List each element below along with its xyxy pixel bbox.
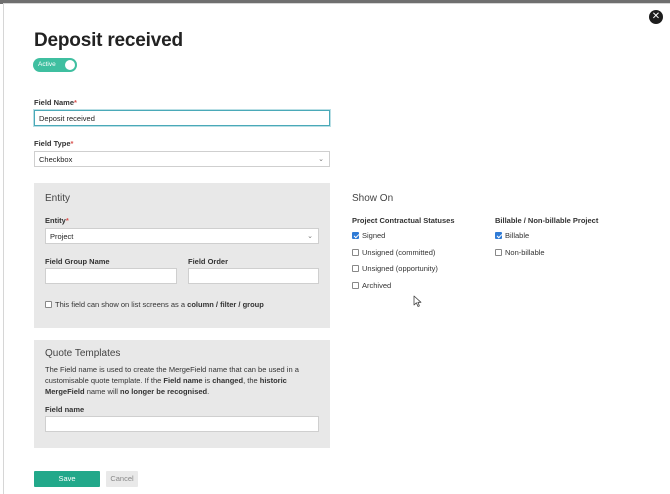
chevron-down-icon: ⌄ — [318, 156, 324, 163]
entity-label-text: Entity — [45, 216, 66, 225]
toggle-knob — [65, 60, 75, 70]
status-unsigned-opportunity-label: Unsigned (opportunity) — [362, 264, 438, 273]
cancel-button[interactable]: Cancel — [106, 471, 138, 487]
field-group-name-input[interactable] — [45, 268, 177, 284]
description-line-1: The Field name is used to create the Mer… — [45, 365, 299, 374]
field-type-label-text: Field Type — [34, 139, 71, 148]
field-type-value: Checkbox — [39, 155, 73, 164]
desc-text: , the — [243, 376, 258, 385]
billable-checkbox[interactable] — [495, 232, 502, 239]
statuses-header: Project Contractual Statuses — [352, 216, 455, 225]
required-mark: * — [70, 139, 74, 148]
non-billable-checkbox[interactable] — [495, 249, 502, 256]
status-archived-checkbox[interactable] — [352, 282, 359, 289]
field-name-value: Deposit received — [39, 114, 95, 123]
quote-templates-title: Quote Templates — [45, 348, 121, 359]
chevron-down-icon: ⌄ — [307, 233, 313, 240]
non-billable-label: Non-billable — [505, 248, 545, 257]
show-on-title: Show On — [352, 193, 394, 204]
toggle-label: Active — [38, 61, 56, 68]
desc-bold: changed — [212, 376, 244, 385]
status-unsigned-committed-checkbox[interactable] — [352, 249, 359, 256]
quote-field-name-input[interactable] — [45, 416, 319, 432]
desc-text: name will — [86, 387, 118, 396]
billable-label: Billable — [505, 231, 530, 240]
field-type-select[interactable]: Checkbox ⌄ — [34, 151, 330, 167]
desc-bold: MergeField — [45, 387, 85, 396]
save-button[interactable]: Save — [34, 471, 100, 487]
field-group-name-label: Field Group Name — [45, 257, 110, 266]
field-order-input[interactable] — [188, 268, 319, 284]
status-unsigned-committed-label: Unsigned (committed) — [362, 248, 436, 257]
desc-bold: no longer be recognised — [120, 387, 208, 396]
entity-label: Entity* — [45, 216, 69, 225]
list-screens-text: This field can show on list screens as a… — [55, 300, 264, 309]
status-archived-label: Archived — [362, 281, 392, 290]
desc-text: customisable quote template. If the — [45, 376, 162, 385]
required-mark: * — [74, 98, 77, 107]
entity-panel-title: Entity — [45, 193, 71, 204]
desc-text: . — [207, 387, 210, 396]
active-toggle[interactable]: Active — [33, 58, 77, 72]
list-screens-text-bold: column / filter / group — [187, 300, 264, 309]
status-signed-label: Signed — [362, 231, 386, 240]
status-signed-checkbox[interactable] — [352, 232, 359, 239]
description-line-3: MergeField name will no longer be recogn… — [45, 386, 325, 397]
billable-header: Billable / Non-billable Project — [495, 216, 599, 225]
field-order-label: Field Order — [188, 257, 229, 266]
mouse-cursor-icon — [413, 295, 422, 307]
entity-value: Project — [50, 232, 74, 241]
desc-bold: historic — [259, 376, 287, 385]
entity-select[interactable]: Project ⌄ — [45, 228, 319, 244]
desc-bold: Field name — [163, 376, 203, 385]
quote-field-name-label: Field name — [45, 405, 85, 414]
description-line-2: customisable quote template. If the Fiel… — [45, 375, 325, 386]
required-mark: * — [65, 216, 69, 225]
list-screens-checkbox[interactable] — [45, 301, 52, 308]
field-type-label: Field Type* — [34, 139, 73, 148]
field-name-input[interactable]: Deposit received — [34, 110, 330, 126]
list-screens-text-plain: This field can show on list screens as a — [55, 300, 186, 309]
close-icon[interactable]: ✕ — [649, 10, 663, 24]
status-unsigned-opportunity-checkbox[interactable] — [352, 265, 359, 272]
desc-text: is — [204, 376, 211, 385]
page-title: Deposit received — [34, 30, 183, 51]
field-name-label: Field Name* — [34, 98, 77, 107]
field-name-label-text: Field Name — [34, 98, 75, 107]
quote-templates-description: The Field name is used to create the Mer… — [45, 364, 325, 397]
